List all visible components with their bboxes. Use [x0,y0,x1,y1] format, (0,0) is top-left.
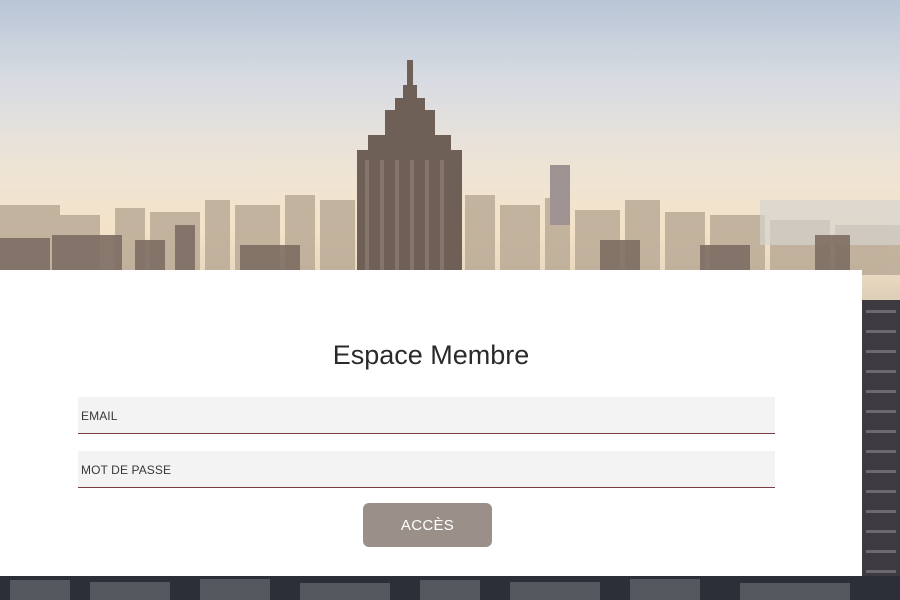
password-label: MOT DE PASSE [81,463,172,477]
password-field[interactable]: MOT DE PASSE [78,451,775,488]
login-page: Espace Membre EMAIL MOT DE PASSE ACCÈS [0,0,900,600]
page-title: Espace Membre [332,340,530,370]
login-card: Espace Membre EMAIL MOT DE PASSE ACCÈS [0,270,862,576]
access-button[interactable]: ACCÈS [363,503,492,547]
email-label: EMAIL [81,409,118,423]
email-field[interactable]: EMAIL [78,397,775,434]
